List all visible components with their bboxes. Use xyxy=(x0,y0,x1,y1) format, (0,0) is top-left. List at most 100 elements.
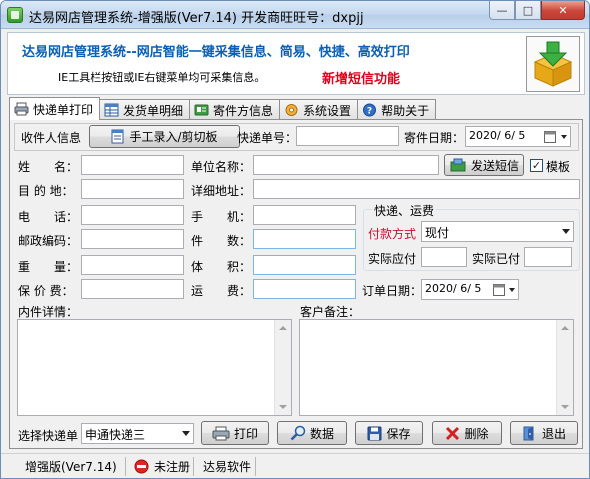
status-registration: 未注册 xyxy=(130,457,194,476)
template-checkbox[interactable]: ✓ xyxy=(530,159,543,172)
tab-express-print[interactable]: 快递单打印 xyxy=(9,97,101,120)
magnifier-icon xyxy=(290,425,306,441)
contents-textarea[interactable] xyxy=(17,319,292,416)
pieces-label: 件 数： xyxy=(191,234,252,248)
print-button[interactable]: 打印 xyxy=(201,421,269,445)
banner-headline: 达易网店管理系统--网店智能一键采集信息、简易、快捷、高效打印 xyxy=(22,45,410,60)
recipient-section-label: 收件人信息 xyxy=(21,131,82,145)
address-label: 详细地址： xyxy=(191,184,252,198)
insured-fee-input[interactable] xyxy=(81,279,184,299)
payable-input[interactable] xyxy=(421,247,467,267)
tab-strip: 快递单打印 发货单明细 寄件方信息 系统设置 ? 帮助关于 xyxy=(9,97,437,120)
tab-label: 快递单打印 xyxy=(33,102,94,117)
exit-button-label: 退出 xyxy=(541,426,566,441)
banner-hint: IE工具栏按钮或IE右键菜单均可采集信息。 xyxy=(58,71,266,84)
destination-input[interactable] xyxy=(81,179,184,199)
banner: 达易网店管理系统--网店智能一键采集信息、简易、快捷、高效打印 IE工具栏按钮或… xyxy=(7,32,585,95)
banner-promo: 新增短信功能 xyxy=(322,72,401,87)
gear-hand-icon xyxy=(284,103,299,117)
contents-label: 内件详情： xyxy=(18,305,79,319)
scroll-down-icon xyxy=(279,405,287,409)
ship-date-value: 2020/ 6/ 5 xyxy=(469,129,526,142)
company-input[interactable] xyxy=(253,155,439,175)
address-input[interactable] xyxy=(253,179,580,199)
help-icon: ? xyxy=(362,103,377,117)
tab-help-about[interactable]: ? 帮助关于 xyxy=(357,99,437,120)
caption-buttons: — □ ✕ xyxy=(489,1,585,21)
svg-text:?: ? xyxy=(367,107,372,117)
exit-door-icon xyxy=(523,426,534,440)
scroll-down-icon xyxy=(561,405,569,409)
download-box-icon xyxy=(526,36,580,92)
payable-label: 实际应付 xyxy=(368,252,417,266)
ship-date-picker[interactable]: 2020/ 6/ 5 xyxy=(465,126,571,147)
tab-sender-info[interactable]: 寄件方信息 xyxy=(189,99,281,120)
contents-scrollbar[interactable] xyxy=(274,320,291,415)
weight-label: 重 量： xyxy=(18,260,79,274)
manual-entry-button[interactable]: 手工录入/剪切板 xyxy=(89,125,240,148)
name-label: 姓 名： xyxy=(18,160,79,174)
tab-label: 系统设置 xyxy=(303,103,352,118)
close-button[interactable]: ✕ xyxy=(541,1,585,20)
printer-icon xyxy=(14,102,29,116)
save-button-label: 保存 xyxy=(386,426,411,441)
tracking-number-label: 快递单号： xyxy=(237,131,298,145)
mobile-input[interactable] xyxy=(253,205,356,225)
name-input[interactable] xyxy=(81,155,184,175)
courier-select[interactable]: 申通快递三 xyxy=(81,423,194,444)
manual-entry-label: 手工录入/剪切板 xyxy=(129,130,218,144)
volume-input[interactable] xyxy=(253,255,356,275)
payment-method-label: 付款方式 xyxy=(368,227,417,241)
app-window: 达易网店管理系统-增强版(Ver7.14) 开发商旺旺号：dxpjj — □ ✕… xyxy=(0,0,590,479)
exit-button[interactable]: 退出 xyxy=(510,421,578,445)
tab-system-settings[interactable]: 系统设置 xyxy=(279,99,359,120)
courier-select-value: 申通快递三 xyxy=(85,428,146,442)
tracking-number-input[interactable] xyxy=(296,126,399,146)
calendar-icon xyxy=(544,131,556,143)
contact-card-icon xyxy=(194,103,209,117)
delete-button[interactable]: 删除 xyxy=(432,421,502,445)
scroll-up-icon xyxy=(561,326,569,330)
pieces-input[interactable] xyxy=(253,229,356,249)
sms-icon xyxy=(450,158,466,172)
tab-label: 寄件方信息 xyxy=(213,103,274,118)
minimize-button[interactable]: — xyxy=(489,1,515,20)
status-company: 达易软件 xyxy=(199,457,256,476)
window-title: 达易网店管理系统-增强版(Ver7.14) 开发商旺旺号：dxpjj xyxy=(29,11,364,26)
postcode-label: 邮政编码： xyxy=(18,234,79,248)
paid-input[interactable] xyxy=(524,247,572,267)
remark-scrollbar[interactable] xyxy=(556,320,573,415)
weight-input[interactable] xyxy=(81,255,184,275)
mobile-label: 手 机： xyxy=(191,210,252,224)
data-button-label: 数据 xyxy=(309,426,334,441)
delete-x-icon xyxy=(446,426,460,440)
tab-shipment-detail[interactable]: 发货单明细 xyxy=(99,99,191,120)
printer-icon xyxy=(212,426,230,440)
payment-method-select[interactable]: 现付 xyxy=(421,221,574,242)
send-sms-button[interactable]: 发送短信 xyxy=(444,154,524,176)
title-bar[interactable]: 达易网店管理系统-增强版(Ver7.14) 开发商旺旺号：dxpjj — □ ✕ xyxy=(1,1,589,29)
freight-input[interactable] xyxy=(253,279,356,299)
remark-textarea[interactable] xyxy=(299,319,574,416)
remark-label: 客户备注： xyxy=(300,305,361,319)
paid-label: 实际已付 xyxy=(472,252,521,266)
calendar-icon xyxy=(493,284,505,296)
print-button-label: 打印 xyxy=(233,426,258,441)
delete-button-label: 删除 xyxy=(464,426,489,441)
scroll-up-icon xyxy=(279,326,287,330)
order-date-label: 订单日期： xyxy=(362,284,423,298)
company-label: 单位名称： xyxy=(191,160,252,174)
floppy-icon xyxy=(367,426,382,440)
table-icon xyxy=(104,103,119,117)
order-date-picker[interactable]: 2020/ 6/ 5 xyxy=(421,279,519,300)
tab-label: 发货单明细 xyxy=(123,103,184,118)
maximize-button[interactable]: □ xyxy=(515,1,541,20)
insured-fee-label: 保 价 费： xyxy=(18,284,74,298)
data-button[interactable]: 数据 xyxy=(277,421,347,445)
courier-select-label: 选择快递单 xyxy=(18,429,79,443)
phone-input[interactable] xyxy=(81,205,184,225)
order-date-value: 2020/ 6/ 5 xyxy=(425,282,482,295)
save-button[interactable]: 保存 xyxy=(355,421,423,445)
destination-label: 目 的 地： xyxy=(18,184,74,198)
postcode-input[interactable] xyxy=(81,229,184,249)
